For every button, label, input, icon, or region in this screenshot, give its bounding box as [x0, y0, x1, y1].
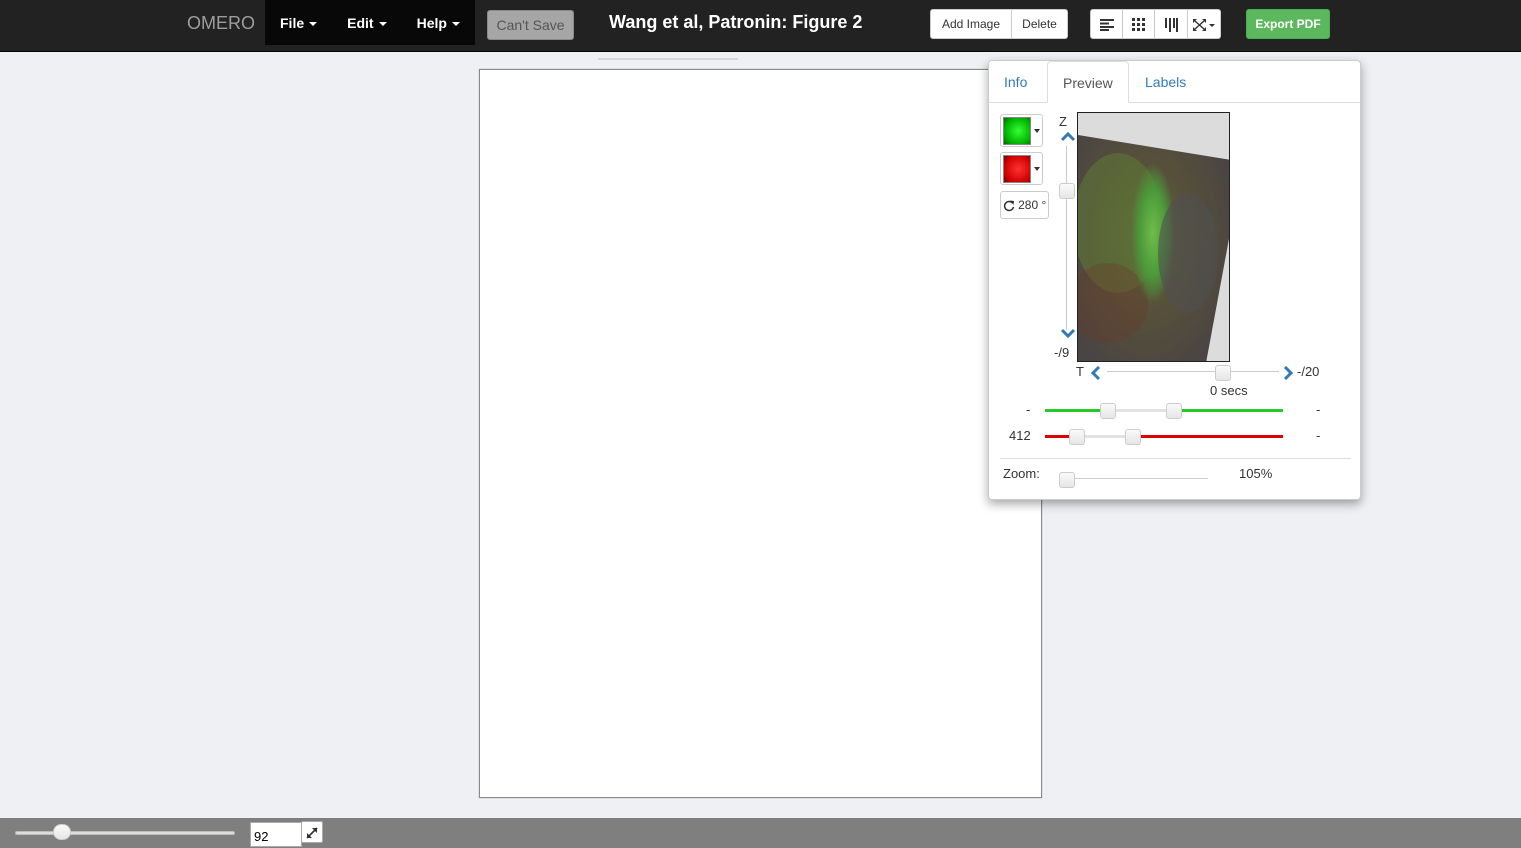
zoom-slider-track[interactable]: [1059, 478, 1208, 479]
time-label: 0 secs: [1210, 383, 1248, 398]
align-left-button[interactable]: [1090, 9, 1123, 39]
top-navbar: OMERO File Edit Help Can't Save Wang et …: [0, 0, 1521, 52]
fullscreen-icon: [1193, 18, 1215, 31]
channel-2-color-picker[interactable]: [1000, 152, 1043, 185]
channel-1-end-label: -: [1316, 402, 1321, 417]
tab-info[interactable]: Info: [989, 61, 1042, 102]
t-slider-handle[interactable]: [1215, 365, 1231, 381]
z-up-arrow-icon[interactable]: [1061, 132, 1075, 142]
caret-down-icon: [451, 22, 460, 27]
export-pdf-button[interactable]: Export PDF: [1246, 9, 1330, 39]
edit-menu-label: Edit: [347, 15, 374, 31]
save-button[interactable]: Can't Save: [487, 10, 574, 40]
channel-1-range-gap: [1108, 409, 1174, 412]
channel-1-start-label: -: [1026, 402, 1031, 417]
add-image-button[interactable]: Add Image: [930, 9, 1012, 39]
z-down-arrow-icon[interactable]: [1061, 328, 1075, 338]
channel-2-max-handle[interactable]: [1125, 429, 1141, 445]
file-menu-label: File: [280, 15, 305, 31]
main-menu: File Edit Help: [265, 0, 475, 45]
t-prev-arrow-icon[interactable]: [1091, 366, 1101, 380]
help-menu[interactable]: Help: [402, 0, 475, 45]
z-max-label: -/9: [1054, 345, 1070, 360]
zoom-value: 105%: [1239, 466, 1273, 481]
t-slider-track[interactable]: [1107, 371, 1279, 372]
channel-1-min-handle[interactable]: [1100, 403, 1116, 419]
layout-button-group: [1090, 9, 1221, 39]
zoom-label: Zoom:: [1003, 466, 1040, 481]
channel-1-color-picker[interactable]: [1000, 114, 1043, 147]
rotation-value: 280 °: [1018, 198, 1047, 212]
file-menu[interactable]: File: [265, 0, 332, 45]
help-menu-label: Help: [416, 15, 447, 31]
grid-layout-button[interactable]: [1123, 9, 1155, 39]
t-max-label: -/20: [1297, 364, 1320, 379]
fullscreen-dropdown-button[interactable]: [1188, 9, 1221, 39]
tab-labels[interactable]: Labels: [1130, 61, 1201, 102]
canvas-zoom-input[interactable]: [250, 822, 302, 847]
green-swatch: [1003, 117, 1031, 145]
edit-button-group: Add Image Delete: [930, 9, 1068, 39]
panel-tabs: Info Preview Labels: [989, 61, 1360, 103]
image-preview[interactable]: [1077, 112, 1230, 362]
z-label: Z: [1059, 114, 1067, 129]
rotate-button[interactable]: 280 °: [1000, 191, 1049, 219]
panel-divider: [1000, 458, 1351, 459]
caret-down-icon: [1034, 129, 1040, 133]
align-left-icon: [1099, 18, 1114, 31]
canvas-zoom-track[interactable]: [15, 831, 235, 835]
caret-down-icon: [1034, 167, 1040, 171]
expand-icon: [306, 827, 318, 839]
t-label: T: [1076, 364, 1084, 379]
zoom-slider-handle[interactable]: [1059, 472, 1075, 488]
fit-to-screen-button[interactable]: [301, 821, 323, 843]
figure-title[interactable]: Wang et al, Patronin: Figure 2: [609, 12, 862, 33]
microscopy-image: [1078, 113, 1229, 361]
delete-button[interactable]: Delete: [1012, 9, 1068, 39]
channel-1-max-handle[interactable]: [1166, 403, 1182, 419]
page-tab-indicator: [598, 58, 738, 60]
figure-page[interactable]: [479, 69, 1042, 798]
z-slider-track[interactable]: [1066, 146, 1067, 330]
z-slider-handle[interactable]: [1059, 183, 1075, 199]
caret-down-icon: [378, 22, 387, 27]
grid-icon: [1132, 18, 1145, 32]
brand-logo[interactable]: OMERO: [187, 13, 255, 34]
t-next-arrow-icon[interactable]: [1283, 366, 1293, 380]
caret-down-icon: [309, 22, 318, 27]
canvas-zoom-handle[interactable]: [53, 824, 71, 840]
channel-2-min-handle[interactable]: [1069, 429, 1085, 445]
red-swatch: [1003, 155, 1031, 183]
columns-icon: [1164, 17, 1178, 32]
channel-2-start-label: 412: [1009, 428, 1031, 443]
columns-layout-button[interactable]: [1155, 9, 1188, 39]
channel-2-end-label: -: [1316, 428, 1321, 443]
edit-menu[interactable]: Edit: [332, 0, 401, 45]
tab-preview[interactable]: Preview: [1047, 61, 1129, 103]
rotate-icon: [1003, 200, 1014, 211]
